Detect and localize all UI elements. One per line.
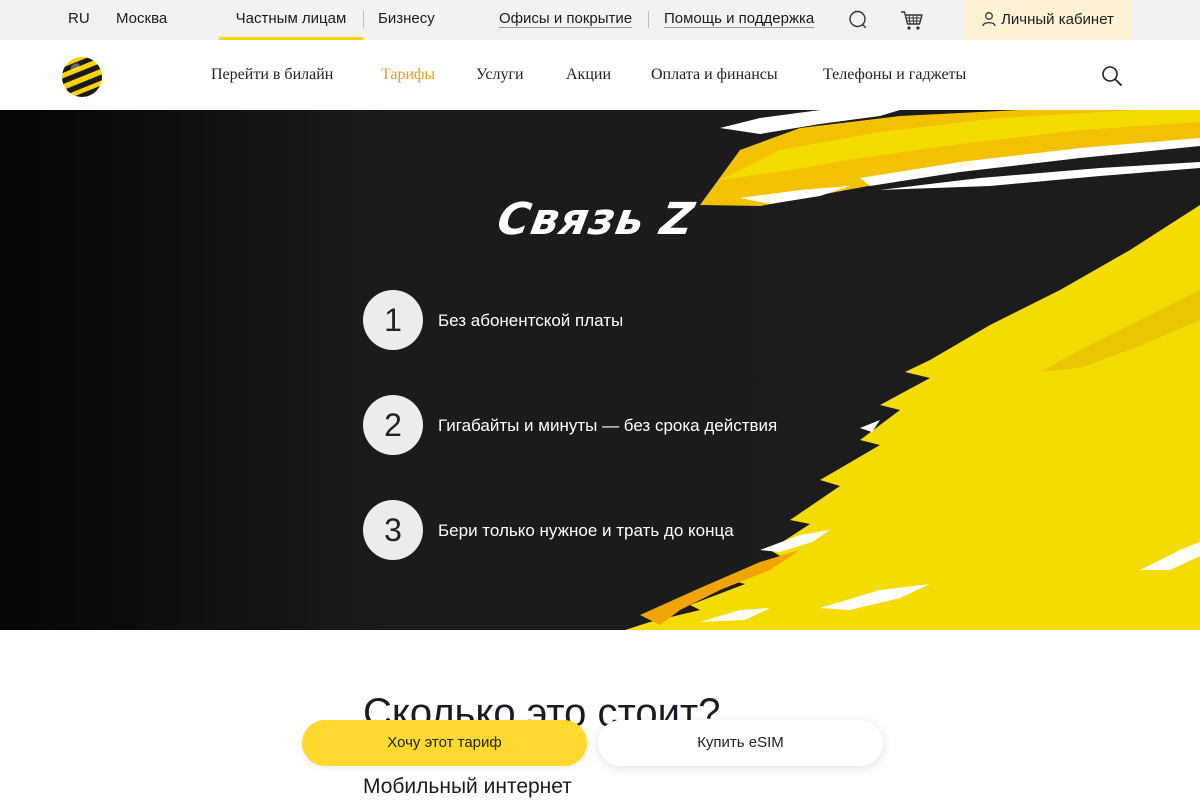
nav-item-switch[interactable]: Перейти в билайн xyxy=(211,40,333,110)
tab-divider xyxy=(363,11,364,28)
tab-business[interactable]: Бизнесу xyxy=(378,0,435,40)
feature-text-2: Гигабайты и минуты — без срока действия xyxy=(438,416,778,435)
pricing-subheading: Мобильный интернет xyxy=(363,775,572,798)
beeline-logo-icon[interactable] xyxy=(61,56,103,98)
hero-banner: Связь Z 1 Без абонентской платы 2 Гигаба… xyxy=(0,110,1200,630)
feature-number-1: 1 xyxy=(363,290,423,350)
feature-number-3: 3 xyxy=(363,500,423,560)
nav-item-promos[interactable]: Акции xyxy=(566,40,611,110)
utility-bar: RU Москва Частным лицам Бизнесу Офисы и … xyxy=(0,0,1200,40)
buy-esim-button[interactable]: Купить eSIM xyxy=(598,720,883,766)
hero-title: Связь Z xyxy=(493,194,699,245)
nav-item-payment[interactable]: Оплата и финансы xyxy=(651,40,778,110)
user-icon xyxy=(982,12,996,27)
personal-account-label: Личный кабинет xyxy=(1001,11,1114,28)
feature-number-2: 2 xyxy=(363,395,423,455)
search-icon[interactable] xyxy=(1101,65,1123,87)
help-link[interactable]: Помощь и поддержка xyxy=(664,0,814,40)
city-selector[interactable]: Москва xyxy=(116,0,167,40)
paint-stroke-decoration xyxy=(625,110,1200,630)
offices-link[interactable]: Офисы и покрытие xyxy=(499,0,632,40)
audience-switch: Частным лицам Бизнесу xyxy=(219,0,449,40)
want-tariff-button[interactable]: Хочу этот тариф xyxy=(302,720,587,766)
language-switch[interactable]: RU xyxy=(68,0,90,40)
link-divider xyxy=(648,11,649,28)
feature-text-3: Бери только нужное и трать до конца xyxy=(438,521,734,540)
feature-text-1: Без абонентской платы xyxy=(438,311,624,330)
personal-account-button[interactable]: Личный кабинет xyxy=(963,0,1132,40)
chat-icon[interactable] xyxy=(846,8,870,32)
nav-item-services[interactable]: Услуги xyxy=(476,40,524,110)
cart-icon[interactable] xyxy=(899,8,925,32)
nav-item-devices[interactable]: Телефоны и гаджеты xyxy=(823,40,966,110)
tab-private[interactable]: Частным лицам xyxy=(219,0,363,40)
main-nav: Перейти в билайн Тарифы Услуги Акции Опл… xyxy=(0,40,1200,110)
page: RU Москва Частным лицам Бизнесу Офисы и … xyxy=(0,0,1200,800)
nav-item-tariffs[interactable]: Тарифы xyxy=(381,40,435,110)
